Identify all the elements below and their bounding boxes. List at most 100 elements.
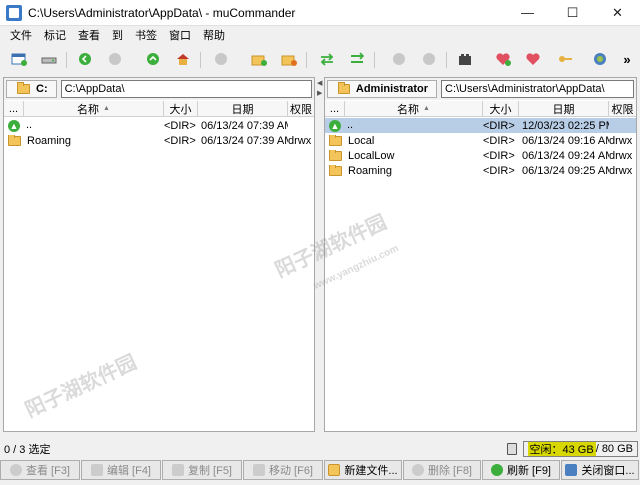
swap-panels-icon[interactable] [318,50,336,68]
go-parent-icon[interactable] [144,50,162,68]
file-date: 06/13/24 09:16 AM [522,134,609,147]
column-date[interactable]: 日期 [519,101,609,116]
trash-icon[interactable] [506,443,517,455]
table-row[interactable]: Local <DIR> 06/13/24 09:16 AM drwx [325,133,636,148]
new-file-button[interactable]: 新建文件... [324,460,402,480]
minimize-button[interactable]: — [505,0,550,26]
menu-view[interactable]: 查看 [72,27,106,43]
right-drive-label: Administrator [355,83,428,95]
column-size[interactable]: 大小 [483,101,519,116]
volume-space-indicator: 空闲：43 GB / 80 GB [522,441,638,457]
panel-split-handle[interactable]: ◀ ▶ [316,77,323,432]
go-forward-icon[interactable] [106,50,124,68]
free-space-label: 空闲：43 GB [527,442,596,456]
column-ext[interactable]: ... [325,101,345,116]
toolbar-overflow-icon[interactable]: » [618,50,636,68]
split-right-arrow-icon: ▶ [317,90,323,97]
new-file-icon[interactable] [280,50,298,68]
file-name: Roaming [348,164,393,177]
file-name: LocalLow [348,149,395,162]
preferences-icon[interactable] [592,50,610,68]
file-date: 12/03/23 02:25 PM [522,119,609,132]
stop-icon[interactable] [212,50,230,68]
table-row[interactable]: Roaming <DIR> 06/13/24 09:25 AM drwx [325,163,636,178]
view-button[interactable]: 查看 [F3] [0,460,80,480]
properties-icon[interactable] [456,50,474,68]
unpack-icon[interactable] [420,50,438,68]
title-bar: C:\Users\Administrator\AppData\ - muComm… [0,0,640,26]
file-perm: drwx [609,164,633,177]
close-window-button[interactable]: 关闭窗口... [561,460,639,480]
column-ext[interactable]: ... [4,101,24,116]
drive-folder-icon [338,82,350,94]
new-window-icon[interactable] [10,50,28,68]
sync-folders-icon[interactable] [348,50,366,68]
new-folder-icon [328,464,341,476]
menu-go[interactable]: 到 [106,27,129,43]
right-column-header: ... 名称 ▲ 大小 日期 权限 [325,101,636,117]
column-perm[interactable]: 权限 [609,101,636,116]
left-column-header: ... 名称 ▲ 大小 日期 权限 [4,101,314,117]
add-bookmark-icon[interactable] [494,50,512,68]
mucommander-app-icon [6,4,22,21]
file-name: Local [348,134,375,147]
server-connect-icon[interactable] [40,50,58,68]
delete-icon [411,464,424,476]
edit-icon [90,464,103,476]
refresh-icon [490,464,503,476]
file-size: <DIR> [483,164,515,177]
edit-bookmarks-icon[interactable] [524,50,542,68]
table-row[interactable]: ▲.. <DIR> 06/13/24 07:39 AM [4,118,314,133]
maximize-button[interactable]: ☐ [550,0,595,26]
pack-icon[interactable] [390,50,408,68]
folder-icon [329,149,342,161]
selection-status: 0 / 3 选定 [4,444,51,456]
new-folder-icon[interactable] [250,50,268,68]
file-name: Roaming [27,134,72,147]
column-perm[interactable]: 权限 [288,101,314,116]
close-button[interactable]: ✕ [595,0,640,26]
table-row[interactable]: Roaming <DIR> 06/13/24 07:39 AM drwx [4,133,314,148]
left-path-input[interactable] [60,80,312,98]
copy-button[interactable]: 复制 [F5] [162,460,242,480]
copy-icon [171,464,184,476]
view-icon [9,464,22,476]
menu-mark[interactable]: 标记 [38,27,72,43]
menu-bookmarks[interactable]: 书签 [129,27,163,43]
right-path-input[interactable] [441,80,634,98]
toolbar: » [0,45,640,75]
file-size: <DIR> [164,119,196,132]
menu-file[interactable]: 文件 [4,27,38,43]
sort-asc-icon: ▲ [103,105,110,112]
file-date: 06/13/24 07:39 AM [201,119,288,132]
right-location-bar: Administrator [325,78,636,100]
column-name[interactable]: 名称 ▲ [345,101,483,116]
column-date[interactable]: 日期 [198,101,288,116]
table-row[interactable]: ▲.. <DIR> 12/03/23 02:25 PM [325,118,636,133]
folder-icon [8,134,21,146]
file-date: 06/13/24 07:39 AM [201,134,288,147]
left-file-panel: C: ... 名称▲ 大小 日期 权限 ▲.. <DIR> 06/13/24 0… [3,77,315,432]
window-title: C:\Users\Administrator\AppData\ - muComm… [28,5,296,20]
left-file-list: ▲.. <DIR> 06/13/24 07:39 AM Roaming <DIR… [4,118,314,148]
file-size: <DIR> [483,119,515,132]
home-icon[interactable] [174,50,192,68]
left-drive-label: C: [36,83,48,95]
right-drive-button[interactable]: Administrator [327,80,437,98]
menu-window[interactable]: 窗口 [163,27,197,43]
column-size[interactable]: 大小 [164,101,198,116]
column-name[interactable]: 名称 ▲ [24,101,164,116]
edit-button[interactable]: 编辑 [F4] [81,460,161,480]
move-button[interactable]: 移动 [F6] [243,460,323,480]
table-row[interactable]: LocalLow <DIR> 06/13/24 09:24 AM drwx [325,148,636,163]
refresh-button[interactable]: 刷新 [F9] [482,460,560,480]
left-drive-button[interactable]: C: [6,80,57,98]
file-perm: drwx [609,149,633,162]
delete-button[interactable]: 删除 [F8] [403,460,481,480]
go-back-icon[interactable] [76,50,94,68]
right-file-list: ▲.. <DIR> 12/03/23 02:25 PM Local <DIR> … [325,118,636,178]
file-perm: drwx [288,134,312,147]
credentials-icon[interactable] [556,50,574,68]
menu-help[interactable]: 帮助 [197,27,231,43]
menu-bar: 文件 标记 查看 到 书签 窗口 帮助 [0,26,640,44]
